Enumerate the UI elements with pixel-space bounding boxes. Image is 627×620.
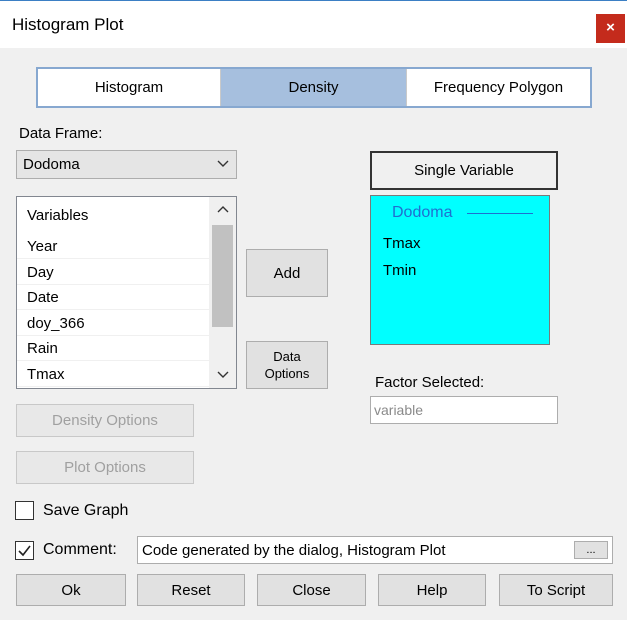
- list-item[interactable]: Day: [17, 260, 209, 285]
- density-options-button[interactable]: Density Options: [16, 404, 194, 437]
- selected-item[interactable]: Tmin: [383, 262, 416, 279]
- factor-selected-input[interactable]: variable: [370, 396, 558, 424]
- plot-options-button[interactable]: Plot Options: [16, 451, 194, 484]
- data-frame-value: Dodoma: [23, 156, 80, 173]
- close-label: Close: [292, 581, 331, 599]
- reset-button[interactable]: Reset: [137, 574, 245, 606]
- ok-label: Ok: [61, 581, 81, 599]
- data-frame-label: Data Frame:: [19, 125, 103, 142]
- list-header: Variables: [27, 207, 89, 224]
- chevron-up-icon[interactable]: [209, 199, 236, 223]
- tab-label: Histogram: [94, 79, 164, 96]
- variables-scrollbar[interactable]: [209, 197, 236, 388]
- list-item[interactable]: Rain: [17, 336, 209, 361]
- data-options-label-line2: Options: [264, 366, 310, 381]
- factor-selected-label: Factor Selected:: [375, 374, 485, 391]
- list-item[interactable]: doy_366: [17, 311, 209, 336]
- add-label: Add: [273, 264, 301, 282]
- checkmark-icon: [18, 545, 31, 557]
- tab-label: Density: [288, 79, 339, 96]
- window-title: Histogram Plot: [12, 15, 124, 34]
- save-graph-checkbox[interactable]: [15, 501, 34, 520]
- comment-more-button[interactable]: ...: [574, 541, 608, 559]
- comment-checkbox[interactable]: [15, 541, 34, 560]
- factor-placeholder: variable: [374, 402, 424, 418]
- comment-input[interactable]: Code generated by the dialog, Histogram …: [137, 536, 613, 564]
- comment-value: Code generated by the dialog, Histogram …: [142, 542, 446, 559]
- density-options-label: Density Options: [52, 412, 158, 429]
- plot-type-tabs: Histogram Density Frequency Polygon: [36, 67, 592, 108]
- tab-label: Frequency Polygon: [433, 79, 564, 96]
- title-bar: Histogram Plot ×: [0, 1, 627, 48]
- selected-item[interactable]: Tmax: [383, 235, 421, 252]
- data-options-label-line1: Data: [273, 349, 301, 364]
- single-variable-label: Single Variable: [414, 162, 514, 179]
- variables-list[interactable]: Variables Year Day Date doy_366 Rain Tma…: [16, 196, 237, 389]
- tab-frequency-polygon[interactable]: Frequency Polygon: [407, 69, 590, 106]
- close-window-button[interactable]: ×: [596, 14, 625, 43]
- list-item[interactable]: Tmax: [17, 362, 209, 387]
- group-divider: [467, 213, 533, 214]
- plot-options-label: Plot Options: [64, 459, 146, 476]
- data-options-button[interactable]: Data Options: [246, 341, 328, 389]
- add-button[interactable]: Add: [246, 249, 328, 297]
- single-variable-button[interactable]: Single Variable: [370, 151, 558, 190]
- tab-histogram[interactable]: Histogram: [38, 69, 221, 106]
- reset-label: Reset: [171, 581, 211, 599]
- to-script-label: To Script: [526, 581, 586, 599]
- group-header: Dodoma: [392, 204, 453, 221]
- dialog-window: Histogram Plot × Histogram Density Frequ…: [0, 0, 627, 620]
- help-label: Help: [416, 581, 448, 599]
- tab-density[interactable]: Density: [221, 69, 407, 106]
- ellipsis-icon: ...: [586, 544, 596, 556]
- list-item[interactable]: Date: [17, 285, 209, 310]
- selected-variables-box[interactable]: Dodoma Tmax Tmin: [370, 195, 550, 345]
- to-script-button[interactable]: To Script: [499, 574, 613, 606]
- help-button[interactable]: Help: [378, 574, 486, 606]
- chevron-down-icon[interactable]: [209, 365, 236, 388]
- ok-button[interactable]: Ok: [16, 574, 126, 606]
- comment-label: Comment:: [43, 541, 117, 558]
- close-icon: ×: [606, 19, 615, 36]
- scrollbar-thumb[interactable]: [212, 225, 233, 327]
- save-graph-label: Save Graph: [43, 502, 129, 519]
- list-item[interactable]: Year: [17, 234, 209, 259]
- data-frame-select[interactable]: Dodoma: [16, 150, 237, 179]
- chevron-down-icon: [216, 154, 230, 178]
- close-button[interactable]: Close: [257, 574, 366, 606]
